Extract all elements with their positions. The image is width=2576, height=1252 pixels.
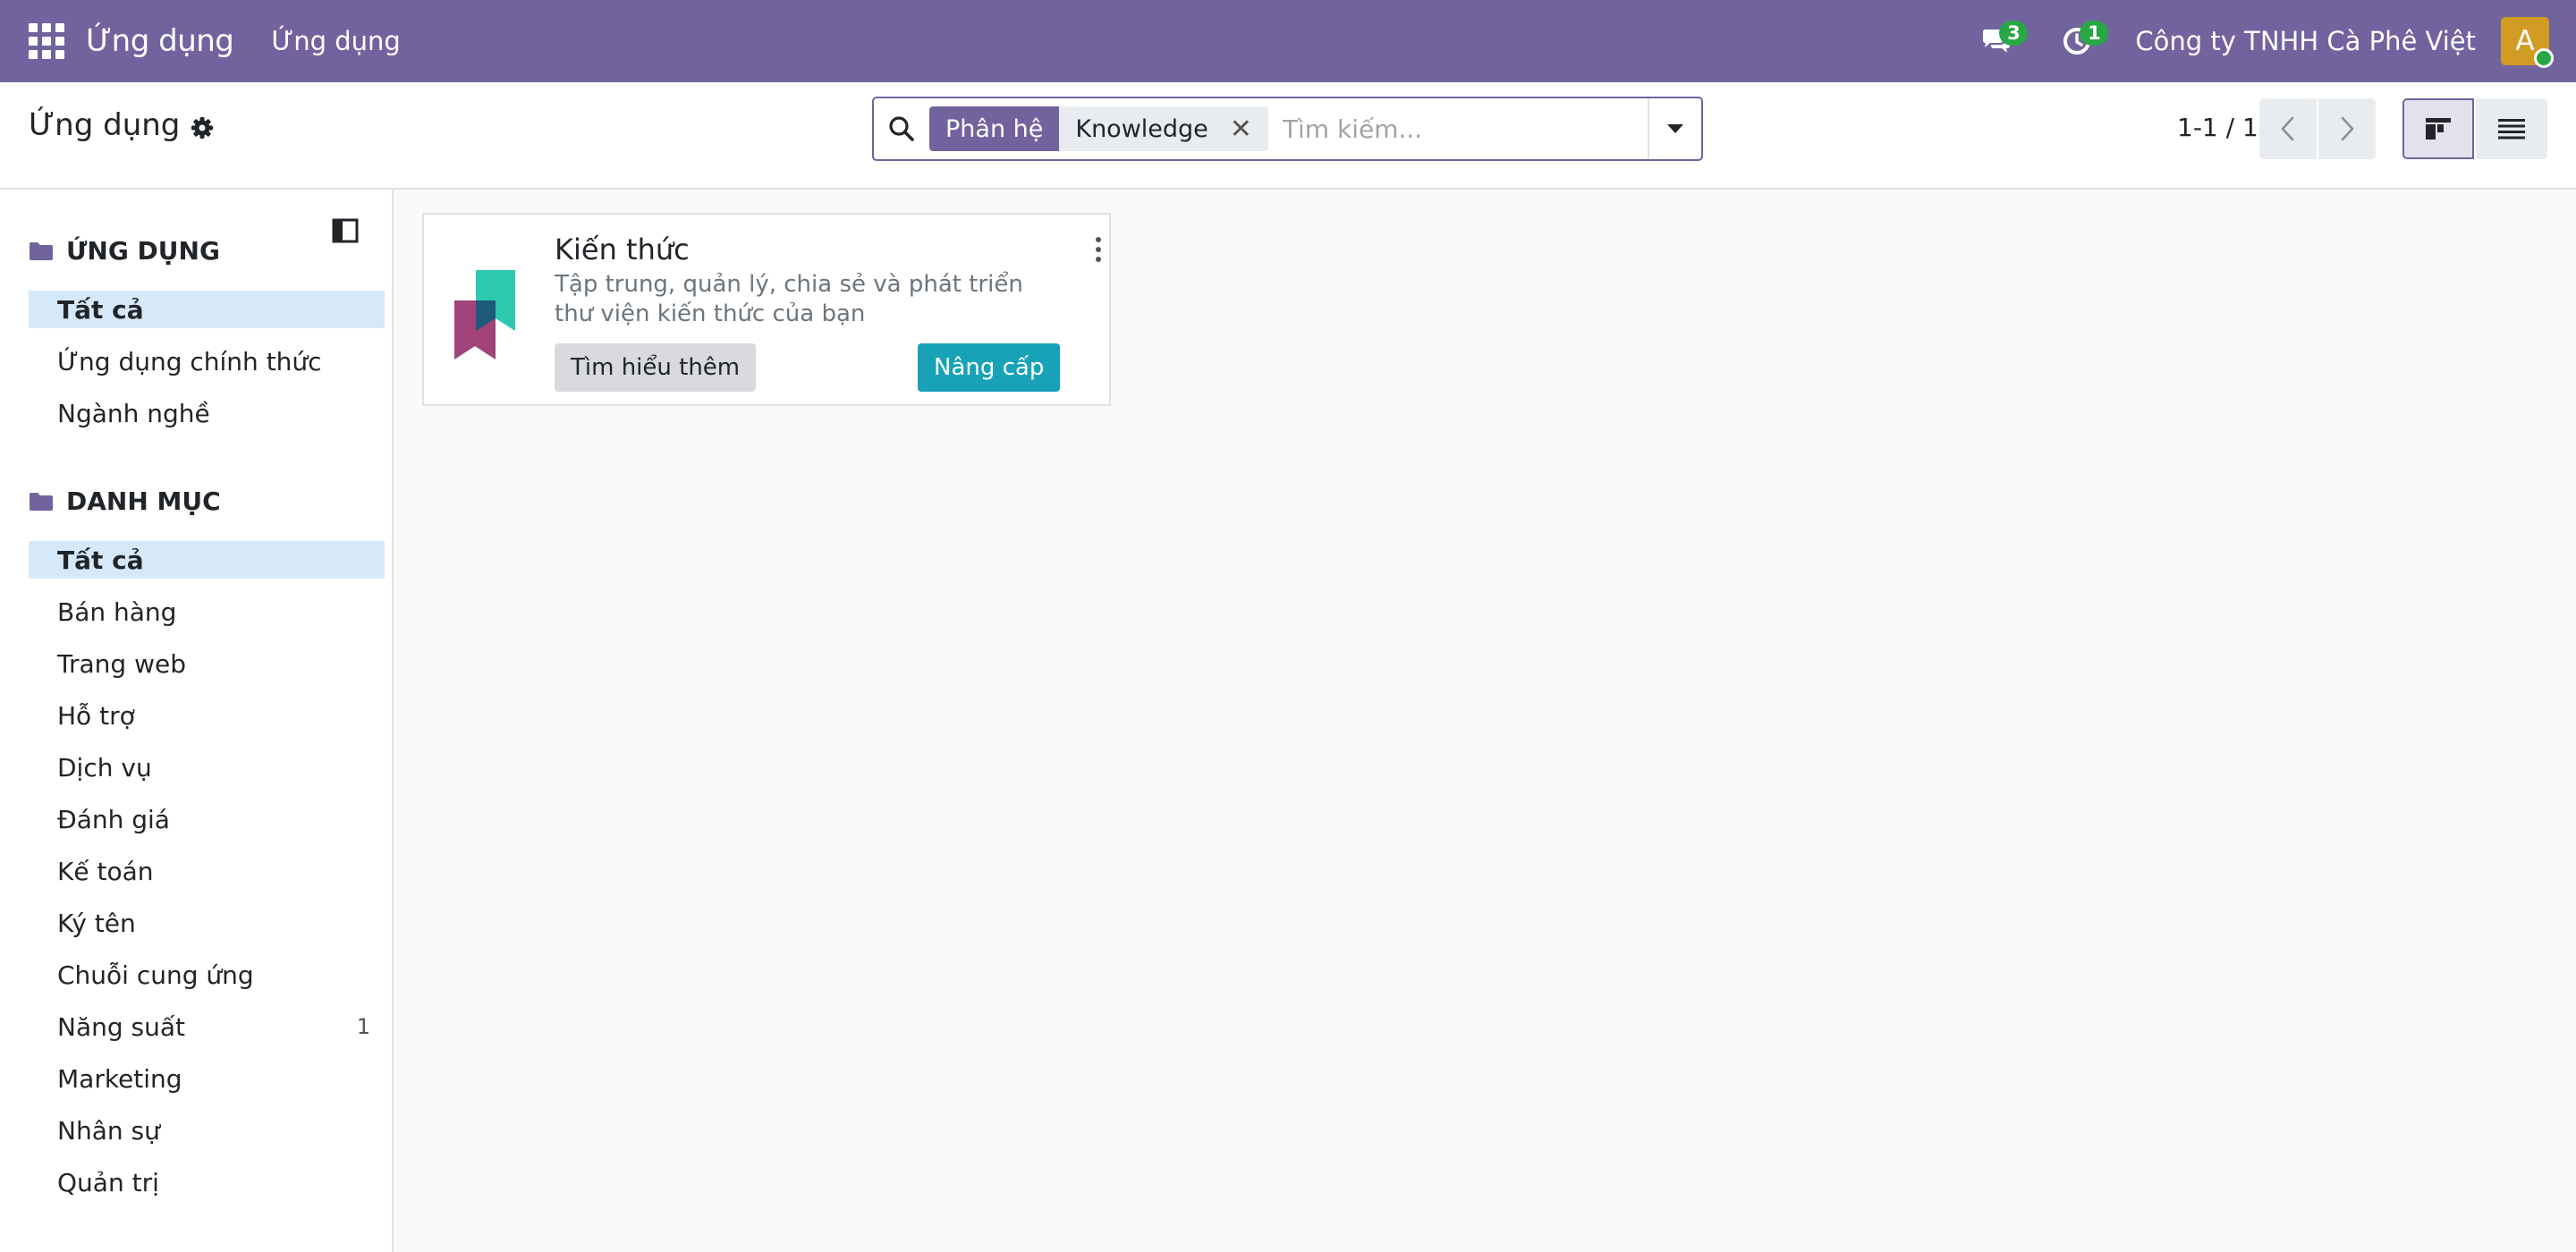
sidebar-item-label: Trang web	[57, 648, 186, 679]
sidebar-item-productivity[interactable]: Năng suất 1	[29, 1008, 385, 1045]
caret-down-icon	[1667, 124, 1683, 133]
apps-section-title: ỨNG DỤNG	[66, 236, 220, 266]
sidebar-item-accounting[interactable]: Kế toán	[29, 852, 385, 890]
category-section-title: DANH MỤC	[66, 486, 221, 516]
top-navbar: Ứng dụng Ứng dụng 3 1 Công ty TNHH Cà Ph…	[0, 0, 2576, 82]
sidebar-item-hr[interactable]: Nhân sự	[29, 1112, 385, 1149]
navbar-systray: 3 1 Công ty TNHH Cà Phê Việt A	[1974, 0, 2576, 82]
gear-icon[interactable]	[191, 116, 214, 140]
app-menu-grid-icon[interactable]	[27, 21, 66, 61]
sidebar-item-label: Quản trị	[57, 1167, 159, 1197]
activities-count-badge: 1	[2080, 21, 2109, 46]
upgrade-button[interactable]: Nâng cấp	[918, 343, 1061, 392]
view-switcher	[2402, 98, 2547, 159]
sidebar-item-label: Ký tên	[57, 908, 136, 938]
sidebar-item-label: Tất cả	[57, 545, 144, 575]
activities-button[interactable]: 1	[2055, 19, 2109, 63]
sidebar-item-label: Tất cả	[57, 294, 144, 325]
online-status-dot	[2534, 48, 2554, 68]
breadcrumb-current: Ứng dụng	[29, 107, 181, 143]
facet-value: Knowledge ✕	[1059, 106, 1268, 151]
sidebar-item-label: Dịch vụ	[57, 752, 152, 782]
sidebar-item-sign[interactable]: Ký tên	[29, 904, 385, 942]
sidebar-item-sales[interactable]: Bán hàng	[29, 593, 385, 630]
sidebar-item-label: Đánh giá	[57, 804, 170, 834]
card-description: Tập trung, quản lý, chia sẻ và phát triể…	[555, 271, 1023, 327]
menu-item-apps[interactable]: Ứng dụng	[271, 26, 400, 56]
facet-remove-icon[interactable]: ✕	[1230, 114, 1252, 145]
folder-icon	[30, 492, 53, 511]
sidebar-item-label: Ứng dụng chính thức	[57, 346, 322, 376]
search-input[interactable]	[1282, 114, 1658, 144]
facet-value-text: Knowledge	[1075, 114, 1208, 143]
sidebar-item-label: Năng suất	[57, 1011, 185, 1042]
sidebar-item-category-all[interactable]: Tất cả	[29, 541, 385, 579]
list-icon	[2498, 119, 2525, 140]
pager-buttons	[2259, 98, 2376, 159]
sidebar-item-official-apps[interactable]: Ứng dụng chính thức	[29, 343, 385, 380]
user-avatar[interactable]: A	[2501, 17, 2554, 68]
sidebar-item-marketing[interactable]: Marketing	[29, 1060, 385, 1097]
search-options-toggle[interactable]	[1648, 98, 1701, 159]
pager-previous-button[interactable]	[2259, 98, 2317, 159]
kanban-view-button[interactable]	[2402, 98, 2474, 159]
app-brand[interactable]: Ứng dụng	[86, 23, 234, 59]
apps-section-header: ỨNG DỤNG	[29, 236, 220, 266]
sidebar-item-administration[interactable]: Quản trị	[29, 1163, 385, 1201]
messages-count-badge: 3	[1999, 21, 2029, 46]
sidebar-item-services[interactable]: Dịch vụ	[29, 749, 385, 786]
avatar-initial: A	[2515, 25, 2535, 57]
pager-next-button[interactable]	[2318, 98, 2376, 159]
app-card-knowledge[interactable]: Kiến thức Tập trung, quản lý, chia sẻ và…	[422, 213, 1111, 406]
messages-button[interactable]: 3	[1974, 19, 2029, 63]
sidebar-item-label: Kế toán	[57, 856, 154, 886]
sidebar-item-reviews[interactable]: Đánh giá	[29, 800, 385, 838]
card-dropdown-icon[interactable]	[1089, 234, 1107, 265]
sidebar-item-apps-all[interactable]: Tất cả	[29, 291, 385, 328]
control-panel: Ứng dụng Phân hệ Knowledge ✕ Tìm kiếm...…	[0, 82, 2576, 190]
chevron-right-icon	[2341, 116, 2354, 141]
pager-value[interactable]: 1-1 / 1	[2177, 113, 2258, 142]
chevron-left-icon	[2281, 116, 2294, 141]
filter-sidebar: ỨNG DỤNG Tất cả Ứng dụng chính thức Ngàn…	[0, 190, 394, 1252]
page-title: Ứng dụng	[29, 107, 214, 143]
sidebar-toggle-icon[interactable]	[331, 216, 360, 245]
list-view-button[interactable]	[2476, 98, 2547, 159]
sidebar-item-count: 1	[356, 1014, 370, 1039]
search-facet: Phân hệ Knowledge ✕	[929, 106, 1268, 151]
sidebar-item-support[interactable]: Hỗ trợ	[29, 697, 385, 734]
kanban-icon	[2426, 118, 2451, 140]
sidebar-item-label: Chuỗi cung ứng	[57, 960, 254, 990]
sidebar-item-label: Ngành nghề	[57, 398, 210, 428]
knowledge-app-icon	[454, 270, 515, 360]
sidebar-item-label: Bán hàng	[57, 596, 177, 627]
card-title: Kiến thức	[555, 233, 690, 266]
sidebar-item-website[interactable]: Trang web	[29, 645, 385, 682]
folder-icon	[30, 241, 53, 260]
sidebar-item-label: Marketing	[57, 1063, 182, 1094]
category-section-header: DANH MỤC	[29, 486, 221, 516]
search-bar: Phân hệ Knowledge ✕	[872, 97, 1703, 161]
company-switcher[interactable]: Công ty TNHH Cà Phê Việt	[2135, 26, 2476, 56]
sidebar-item-label: Nhân sự	[57, 1115, 160, 1146]
learn-more-button[interactable]: Tìm hiểu thêm	[555, 343, 757, 392]
search-icon[interactable]	[874, 115, 929, 142]
sidebar-item-label: Hỗ trợ	[57, 700, 135, 731]
sidebar-item-supply-chain[interactable]: Chuỗi cung ứng	[29, 956, 385, 994]
facet-label: Phân hệ	[929, 106, 1060, 151]
sidebar-item-industries[interactable]: Ngành nghề	[29, 394, 385, 432]
